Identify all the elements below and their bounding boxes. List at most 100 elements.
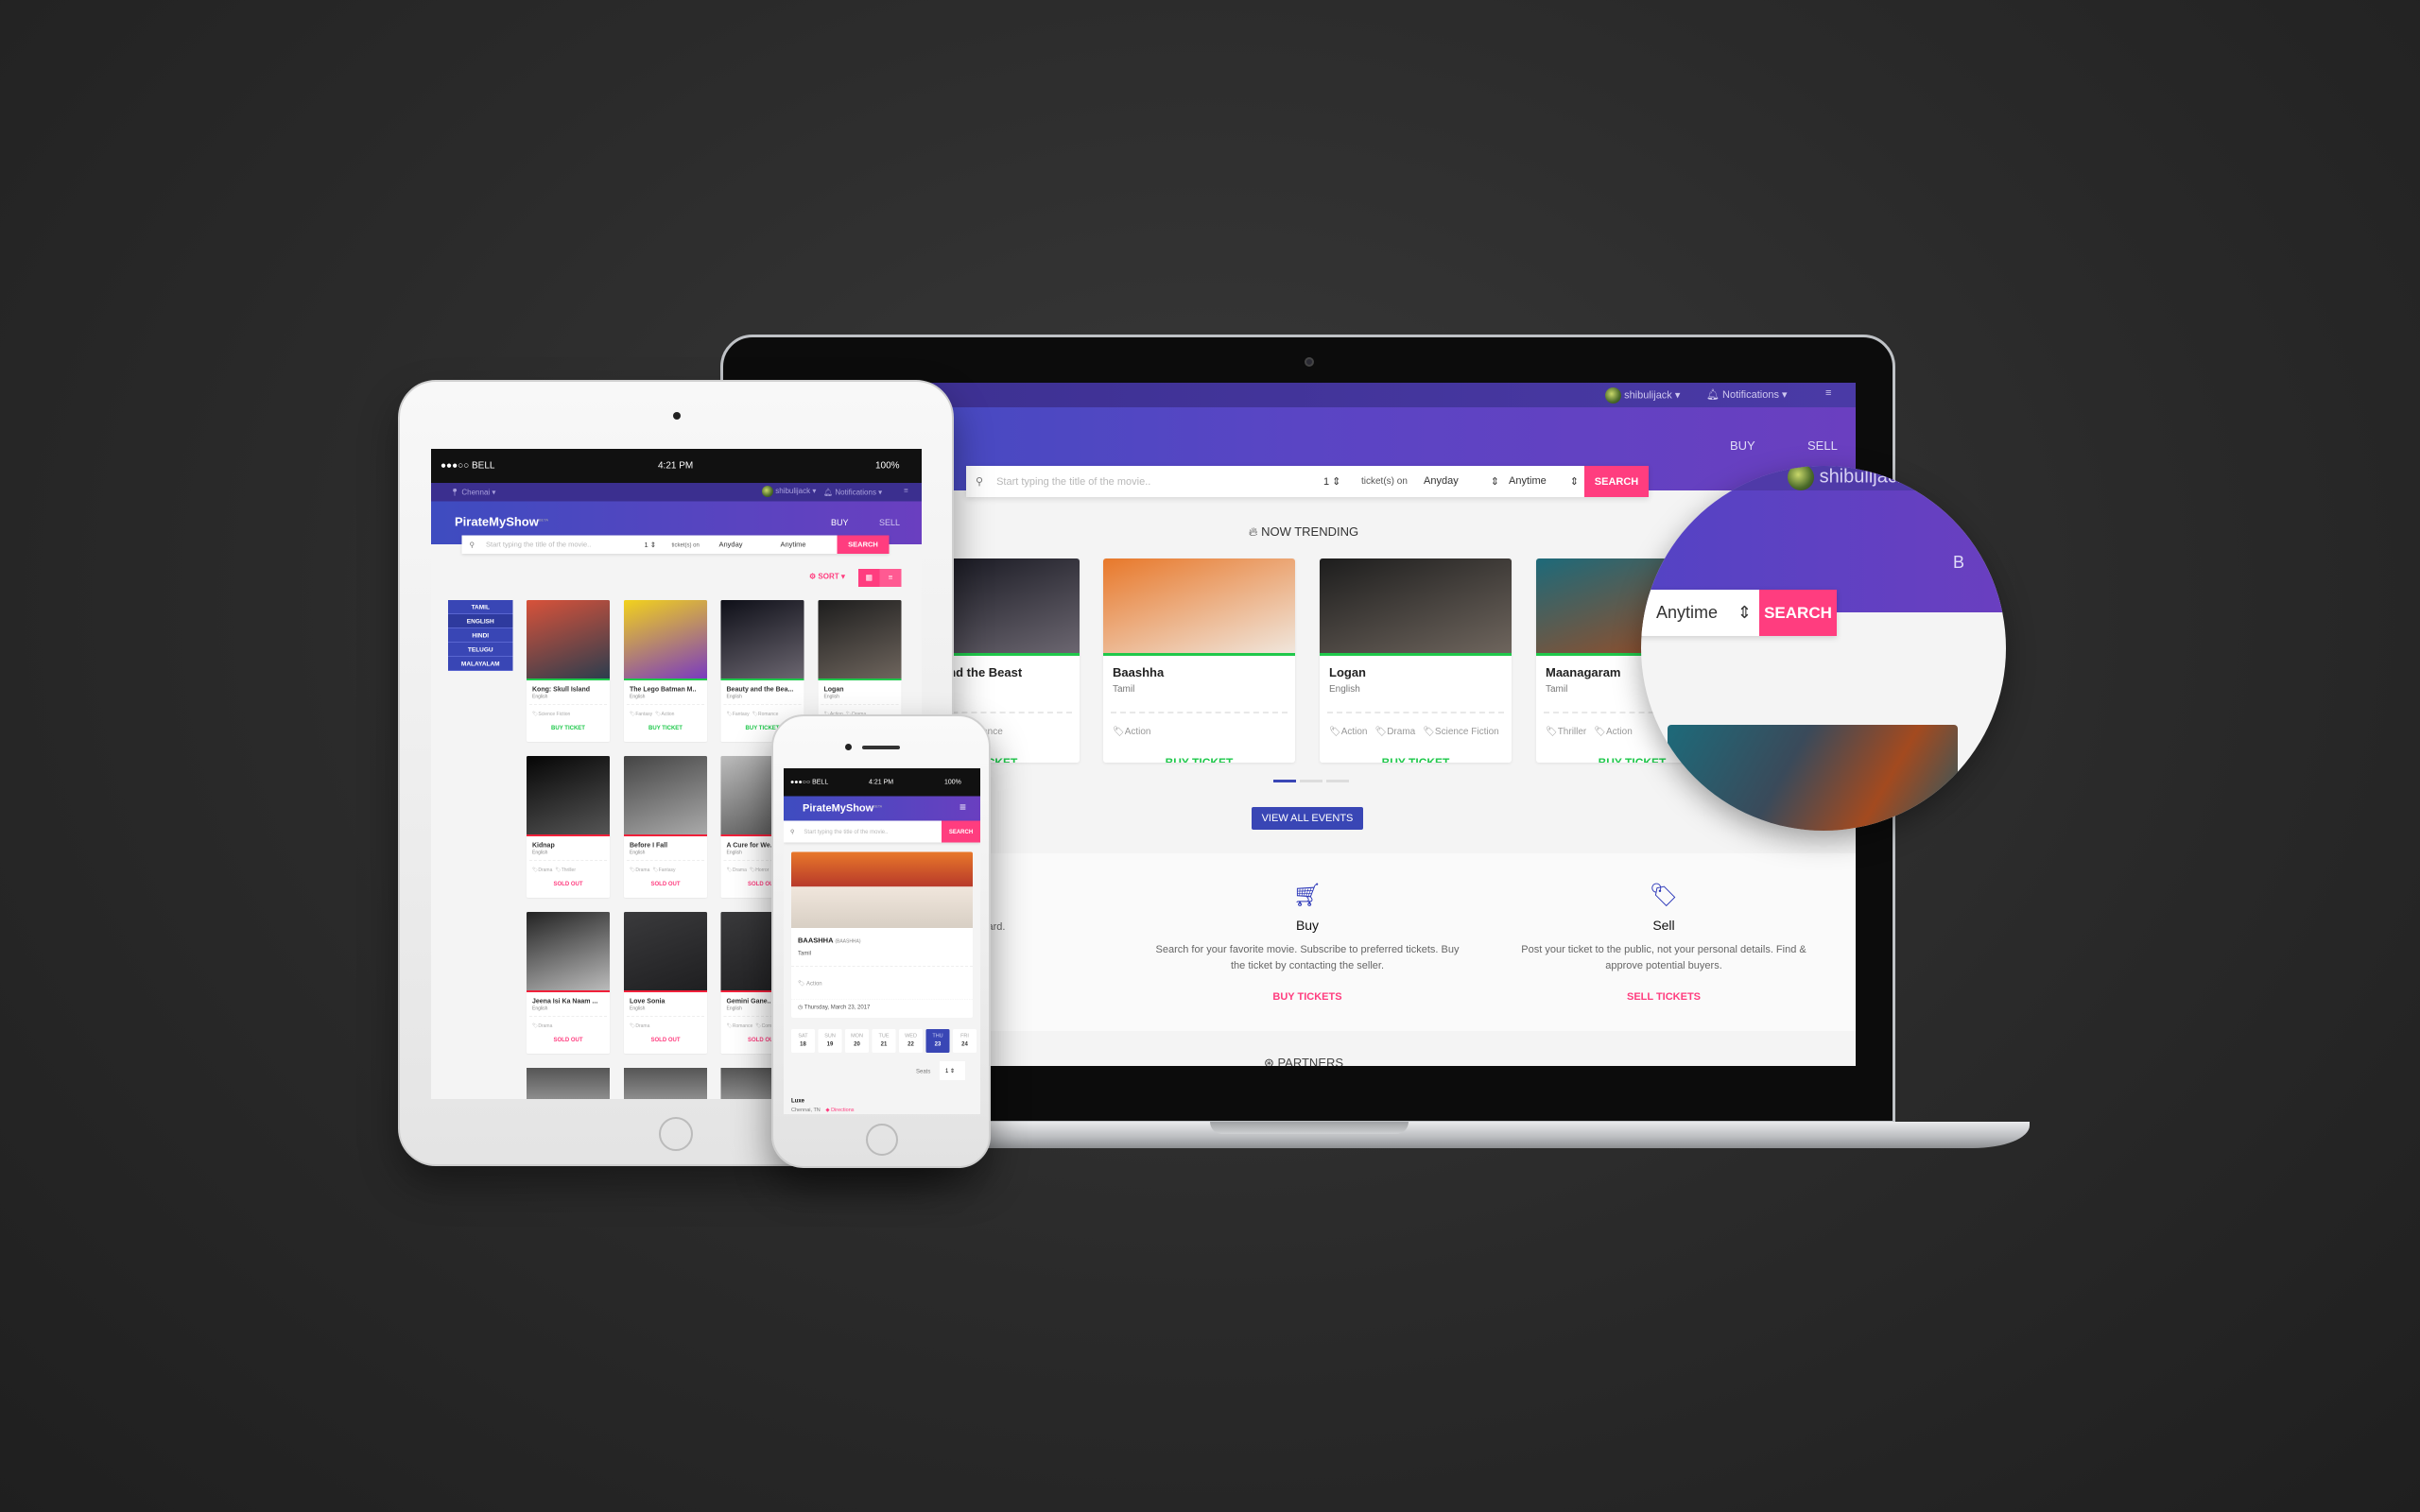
clock: 4:21 PM xyxy=(869,778,894,785)
phone-home-button[interactable] xyxy=(866,1124,898,1156)
movie-card[interactable]: The Lego Batman M.. English 🏷︎Fantasy 🏷︎Act… xyxy=(624,600,707,742)
movie-card[interactable]: Love Sonia English 🏷︎Drama SOLD OUT xyxy=(624,912,707,1054)
search-button[interactable]: SEARCH xyxy=(837,535,890,554)
movie-title: The Lego Batman M.. xyxy=(630,685,697,693)
search-button[interactable]: SEARCH xyxy=(942,820,980,843)
tablet-home-button[interactable] xyxy=(659,1117,693,1151)
location-select[interactable]: 📍︎ Chennai ▾ xyxy=(450,488,495,497)
tag-label: Romance xyxy=(757,712,779,717)
date-pill[interactable]: TUE 21 xyxy=(872,1029,896,1053)
buy-ticket-button[interactable]: BUY TICKET xyxy=(624,725,707,731)
search-button[interactable]: SEARCH xyxy=(1584,466,1649,497)
carrier: ●●●○○ BELL xyxy=(790,778,829,785)
movie-card[interactable]: Before I Fall English 🏷︎Drama 🏷︎Fantasy SOLD… xyxy=(624,756,707,898)
day-select[interactable]: Anyday ⇕ xyxy=(1424,475,1509,488)
hamburger-icon[interactable]: ≡ xyxy=(904,487,908,495)
day-name: SAT xyxy=(798,1033,808,1039)
date-pill[interactable]: FRI 24 xyxy=(953,1029,977,1053)
logo[interactable]: PirateMyShowBETA xyxy=(803,802,882,815)
magnified-user: shibulijack xyxy=(1788,466,1907,490)
tag-label: Fantasy xyxy=(658,868,676,873)
search-input[interactable]: Start typing the title of the movie.. xyxy=(804,829,942,835)
magnified-nav-buy: B xyxy=(1953,553,1965,572)
nav-sell[interactable]: SELL xyxy=(1807,438,1838,453)
search-input[interactable]: Start typing the title of the movie.. xyxy=(486,541,645,549)
caret-down-icon: ▾ xyxy=(1674,389,1681,402)
language-filter-hindi[interactable]: HINDI xyxy=(448,628,513,643)
date-pill[interactable]: SAT 18 xyxy=(791,1029,815,1053)
time-select[interactable]: Anytime ⇕ xyxy=(1509,475,1584,488)
avatar xyxy=(762,486,773,497)
day-name: FRI xyxy=(960,1033,969,1039)
tag-icon: 🏷︎ xyxy=(798,980,805,987)
day-select[interactable]: Anyday xyxy=(719,541,781,549)
movie-tags: 🏷︎Action xyxy=(1113,727,1151,737)
laptop-notch xyxy=(1210,1122,1409,1134)
movie-tags: 🏷︎Drama 🏷︎Thriller xyxy=(532,868,576,873)
movie-title: Beauty and the Bea... xyxy=(726,685,794,693)
feature-link[interactable]: SELL TICKETS xyxy=(1508,991,1820,1003)
hamburger-icon[interactable]: ≡ xyxy=(1825,387,1831,399)
movie-card[interactable]: Logan English 🏷︎Action 🏷︎Drama 🏷︎Science Fic… xyxy=(1320,558,1512,763)
movie-title-text: BAASHHA xyxy=(798,936,834,945)
list-view-toggle[interactable]: ≡ xyxy=(879,569,902,587)
buy-ticket-button[interactable]: BUY TICKET xyxy=(1103,756,1295,763)
magnified-poster xyxy=(1668,725,1958,831)
ticket-divider xyxy=(529,1016,607,1017)
movie-card[interactable]: Baashha Tamil 🏷︎Action BUY TICKET xyxy=(1103,558,1295,763)
nav-buy[interactable]: BUY xyxy=(831,518,849,528)
tag-label: Science Fiction xyxy=(538,712,571,717)
grid-view-toggle[interactable]: ▦ xyxy=(858,569,880,587)
movie-poster xyxy=(527,600,610,680)
sort-menu[interactable]: ⚙ SORT ▾ xyxy=(809,572,845,581)
language-filter-telugu[interactable]: TELUGU xyxy=(448,643,513,657)
date-pill[interactable]: THU 23 xyxy=(925,1029,950,1053)
notifications-menu[interactable]: 🔔︎ Notifications ▾ xyxy=(1706,388,1788,401)
movie-card[interactable]: Kidnap English 🏷︎Drama 🏷︎Thriller SOLD OUT xyxy=(527,756,610,898)
tag-label: Drama xyxy=(635,1023,650,1029)
date-pill[interactable]: WED 22 xyxy=(899,1029,923,1053)
feature-description: Post your ticket to the public, not your… xyxy=(1521,944,1806,971)
day-number: 21 xyxy=(880,1040,888,1047)
carousel-dot-active[interactable] xyxy=(1273,780,1296,782)
cart-plus-icon: 🛒︎ xyxy=(1292,883,1322,908)
status-bar: ●●●○○ BELL 4:21 PM 100% xyxy=(431,449,922,483)
movie-card[interactable]: Kong: Skull Island English 🏷︎Science Ficti… xyxy=(527,600,610,742)
movie-tags: 🏷︎Action 🏷︎Drama 🏷︎Science Fiction xyxy=(1329,727,1499,737)
logo-text: PirateMyShow xyxy=(455,514,539,529)
time-select[interactable]: Anytime xyxy=(781,541,838,549)
movie-card[interactable]: Jeena Isi Ka Naam ... English 🏷︎Drama SOLD … xyxy=(527,912,610,1054)
search-icon: ⚲ xyxy=(469,541,475,549)
date-pill[interactable]: MON 20 xyxy=(845,1029,869,1053)
tag-label: Romance xyxy=(732,1023,753,1029)
movie-tags: 🏷︎Fantasy 🏷︎Action xyxy=(630,712,675,717)
quantity-select[interactable]: 1 ⇕ xyxy=(645,541,672,549)
user-menu[interactable]: shibulijack ▾ xyxy=(1605,387,1680,404)
language-filter-english[interactable]: ENGLISH xyxy=(448,614,513,628)
tag-icon: 🏷︎ xyxy=(1649,883,1679,908)
directions-link[interactable]: ◆ Directions xyxy=(825,1108,854,1113)
time-value: Anytime xyxy=(780,541,806,549)
user-menu[interactable]: shibulijack ▾ xyxy=(762,486,816,497)
view-all-events-button[interactable]: VIEW ALL EVENTS xyxy=(1252,807,1363,830)
language-filter-malayalam[interactable]: MALAYALAM xyxy=(448,657,513,671)
logo[interactable]: PirateMyShowBETA xyxy=(455,515,548,530)
nav-buy[interactable]: BUY xyxy=(1730,438,1755,453)
seats-select[interactable]: 1 ⇕ xyxy=(940,1061,965,1080)
language-filter-tamil[interactable]: TAMIL xyxy=(448,600,513,614)
tablet-camera xyxy=(673,412,681,420)
date-pill[interactable]: SUN 19 xyxy=(818,1029,842,1053)
hamburger-icon[interactable]: ≡ xyxy=(959,801,966,815)
search-input[interactable]: Start typing the title of the movie.. xyxy=(996,476,1323,488)
notifications-menu[interactable]: 🔔︎ Notifications ▾ xyxy=(823,488,882,497)
carousel-dot[interactable] xyxy=(1300,780,1322,782)
search-bar: ⚲ Start typing the title of the movie.. … xyxy=(784,820,980,843)
buy-ticket-button[interactable]: BUY TICKET xyxy=(527,725,610,731)
day-number: 18 xyxy=(800,1040,806,1047)
feature-link[interactable]: BUY TICKETS xyxy=(1151,991,1463,1003)
carousel-dot[interactable] xyxy=(1326,780,1349,782)
quantity-select[interactable]: 1 ⇕ xyxy=(1323,475,1361,488)
nav-sell[interactable]: SELL xyxy=(879,518,900,528)
buy-ticket-button[interactable]: BUY TICKET xyxy=(1320,756,1512,763)
search-bar: ⚲ Start typing the title of the movie.. … xyxy=(966,466,1649,497)
